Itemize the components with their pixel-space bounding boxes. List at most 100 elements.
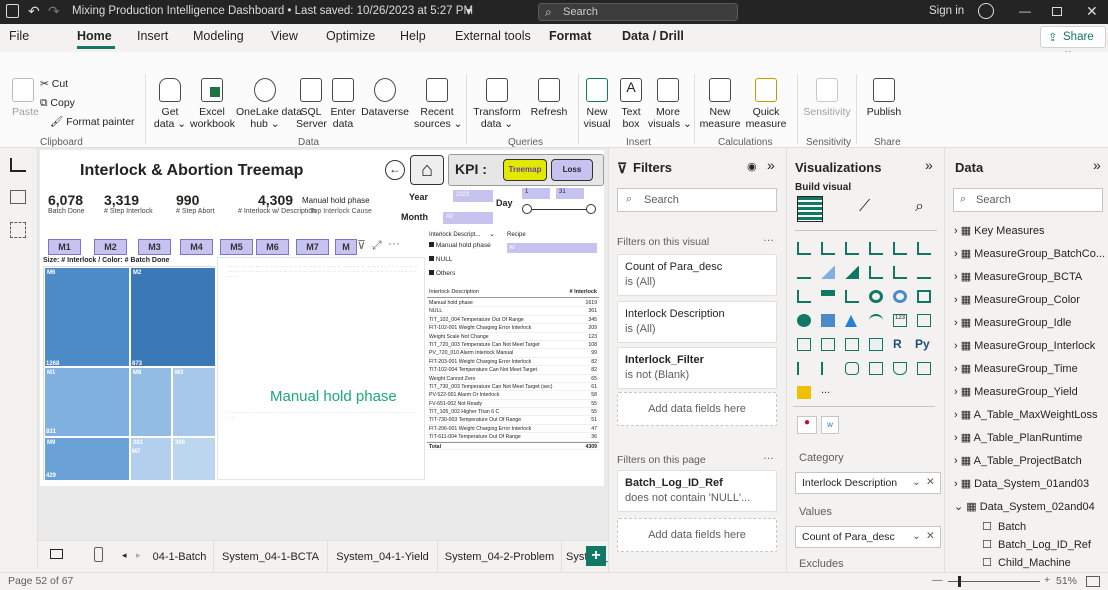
- 100-bar-icon[interactable]: [893, 242, 907, 255]
- menu-external-tools[interactable]: External tools: [455, 29, 531, 43]
- goals-icon[interactable]: [893, 362, 907, 375]
- chevron-down-icon[interactable]: ⌄: [912, 476, 921, 488]
- scatter-icon[interactable]: [845, 290, 859, 303]
- paste-button[interactable]: Paste: [12, 78, 39, 118]
- menu-help[interactable]: Help: [400, 29, 426, 43]
- field-item[interactable]: ☐ Batch_Log_ID_Ref: [982, 538, 1091, 551]
- line-chart-icon[interactable]: [797, 266, 811, 279]
- month-btn-m7[interactable]: M7: [296, 239, 329, 255]
- account-icon[interactable]: [978, 3, 994, 19]
- month-btn-m3[interactable]: M3: [138, 239, 171, 255]
- model-view-icon[interactable]: [10, 222, 26, 238]
- filled-map-icon[interactable]: [821, 314, 835, 327]
- table-row[interactable]: PV_720_010 Alarm Interlock Manual 99: [427, 349, 599, 358]
- multi-row-card-icon[interactable]: [917, 314, 931, 327]
- data-search-input[interactable]: ⌕ Search: [953, 188, 1103, 212]
- line-column-icon[interactable]: [869, 266, 883, 279]
- filter-card[interactable]: Interlock Description is (All): [617, 301, 777, 343]
- table-row[interactable]: TIT-730-003 Temperature Out Of Range 51: [427, 416, 599, 425]
- more-options-icon[interactable]: ···: [388, 236, 400, 250]
- ribbon-chart-icon[interactable]: [917, 266, 931, 279]
- day-slider-end[interactable]: [586, 204, 596, 214]
- scroll-left-icon[interactable]: ◂: [122, 550, 127, 561]
- treemap-cell[interactable]: M3: [172, 367, 216, 437]
- filter-card[interactable]: Interlock_Filter is not (Blank): [617, 347, 777, 389]
- page-tab[interactable]: System_04-1-Yield: [328, 541, 438, 573]
- menu-optimize[interactable]: Optimize: [326, 29, 375, 43]
- desktop-layout-icon[interactable]: [50, 549, 63, 559]
- copy-button[interactable]: ⧉ Copy: [40, 97, 75, 109]
- scroll-right-icon[interactable]: ▸: [136, 550, 141, 561]
- menu-format[interactable]: Format: [549, 29, 591, 43]
- back-arrow-icon[interactable]: ←: [385, 160, 405, 180]
- close-icon[interactable]: ✕: [1086, 3, 1098, 20]
- matrix-icon[interactable]: [869, 338, 883, 351]
- page-tab[interactable]: 04-1-Batch: [146, 541, 214, 573]
- slicer-interlock-description[interactable]: Interlock Descript...: [429, 232, 480, 238]
- refresh-button[interactable]: Refresh: [528, 78, 570, 118]
- table-item[interactable]: › ▦ MeasureGroup_Interlock: [954, 339, 1095, 352]
- table-row[interactable]: FIT-102-001 Weight Charging Error Interl…: [427, 324, 599, 333]
- table-row[interactable]: TIT-611-004 Temperature Out Of Range 36: [427, 433, 599, 442]
- field-item[interactable]: ☐ Batch: [982, 520, 1026, 533]
- treemap-button[interactable]: Treemap: [503, 159, 547, 181]
- new-measure-button[interactable]: New measure: [698, 78, 742, 130]
- map-icon[interactable]: [797, 314, 811, 327]
- sql-server-button[interactable]: SQL Server: [296, 78, 327, 130]
- table-item[interactable]: › ▦ A_Table_PlanRuntime: [954, 431, 1082, 444]
- mobile-layout-icon[interactable]: [94, 547, 103, 562]
- clustered-bar-icon[interactable]: [845, 242, 859, 255]
- table-row[interactable]: TIT-102-004 Temperature Can Not Meet Tar…: [427, 366, 599, 375]
- funnel-icon[interactable]: [821, 290, 835, 303]
- r-visual-icon[interactable]: R: [893, 338, 907, 351]
- undo-icon[interactable]: ↶: [28, 3, 40, 20]
- field-item[interactable]: ☐ Child_Machine: [982, 556, 1071, 570]
- day-from[interactable]: 1: [522, 188, 550, 199]
- table-item[interactable]: › ▦ Data_System_01and03: [954, 477, 1089, 490]
- publish-button[interactable]: Publish: [862, 78, 906, 118]
- collapse-filters-icon[interactable]: »: [767, 157, 775, 173]
- azure-map-icon[interactable]: [845, 314, 857, 327]
- table-item[interactable]: › ▦ MeasureGroup_Time: [954, 362, 1078, 375]
- zoom-slider-thumb[interactable]: [958, 576, 961, 587]
- chevron-down-icon[interactable]: ⌄: [489, 230, 495, 238]
- more-visuals-icon[interactable]: ...: [821, 384, 830, 396]
- redo-icon[interactable]: ↷: [48, 3, 60, 20]
- more-options-icon[interactable]: …: [763, 450, 774, 462]
- collapse-data-icon[interactable]: »: [1093, 157, 1101, 173]
- format-painter-button[interactable]: 🖌 Format painter: [50, 116, 135, 128]
- 100-column-icon[interactable]: [917, 242, 931, 255]
- table-row[interactable]: TIT_102_004 Temperature Out Of Range 345: [427, 316, 599, 325]
- month-btn-m1[interactable]: M1: [48, 239, 81, 255]
- share-button[interactable]: ⇪ Share ⌄: [1040, 26, 1106, 57]
- table-row[interactable]: TIT_730_003 Temperature Can Not Meet Tar…: [427, 383, 599, 392]
- stacked-bar-icon[interactable]: [797, 242, 811, 255]
- slicer-icon[interactable]: [821, 338, 835, 351]
- table-item[interactable]: › ▦ MeasureGroup_Color: [954, 293, 1080, 306]
- treemap-cell[interactable]: M8: [130, 367, 172, 437]
- category-field-well[interactable]: Interlock Description ⌄ ✕: [795, 472, 941, 494]
- page-filter-card[interactable]: Batch_Log_ID_Ref does not contain 'NULL'…: [617, 470, 777, 512]
- custom-visual-icon[interactable]: ●: [797, 416, 817, 434]
- decomposition-tree-icon[interactable]: [821, 362, 835, 375]
- table-item-expanded[interactable]: ⌄ ▦ Data_System_02and04: [954, 500, 1095, 513]
- zoom-out-icon[interactable]: —: [932, 574, 943, 586]
- build-visual-icon[interactable]: [797, 196, 823, 222]
- values-field-well[interactable]: Count of Para_desc ⌄ ✕: [795, 526, 941, 548]
- python-visual-icon[interactable]: Py: [915, 338, 930, 351]
- filter-card[interactable]: Count of Para_desc is (All): [617, 254, 777, 296]
- paginated-report-icon[interactable]: [917, 362, 931, 375]
- menu-view[interactable]: View: [271, 29, 298, 43]
- treemap-cell[interactable]: 366: [172, 437, 216, 481]
- cut-button[interactable]: ✂ Cut: [40, 78, 68, 90]
- waterfall-icon[interactable]: [797, 290, 811, 303]
- chevron-down-icon[interactable]: ⌄: [912, 530, 921, 542]
- table-item[interactable]: › ▦ MeasureGroup_BatchCo...: [954, 247, 1105, 260]
- table-row[interactable]: PV-522-001 Alarm Or Interlock 58: [427, 391, 599, 400]
- kpi-icon[interactable]: [797, 338, 811, 351]
- minimize-icon[interactable]: —: [1019, 4, 1031, 18]
- qa-icon[interactable]: [845, 362, 859, 375]
- page-tab[interactable]: System_04-2-Problem: [438, 541, 562, 573]
- table-item[interactable]: › ▦ A_Table_ProjectBatch: [954, 454, 1082, 467]
- remove-field-icon[interactable]: ✕: [926, 476, 935, 488]
